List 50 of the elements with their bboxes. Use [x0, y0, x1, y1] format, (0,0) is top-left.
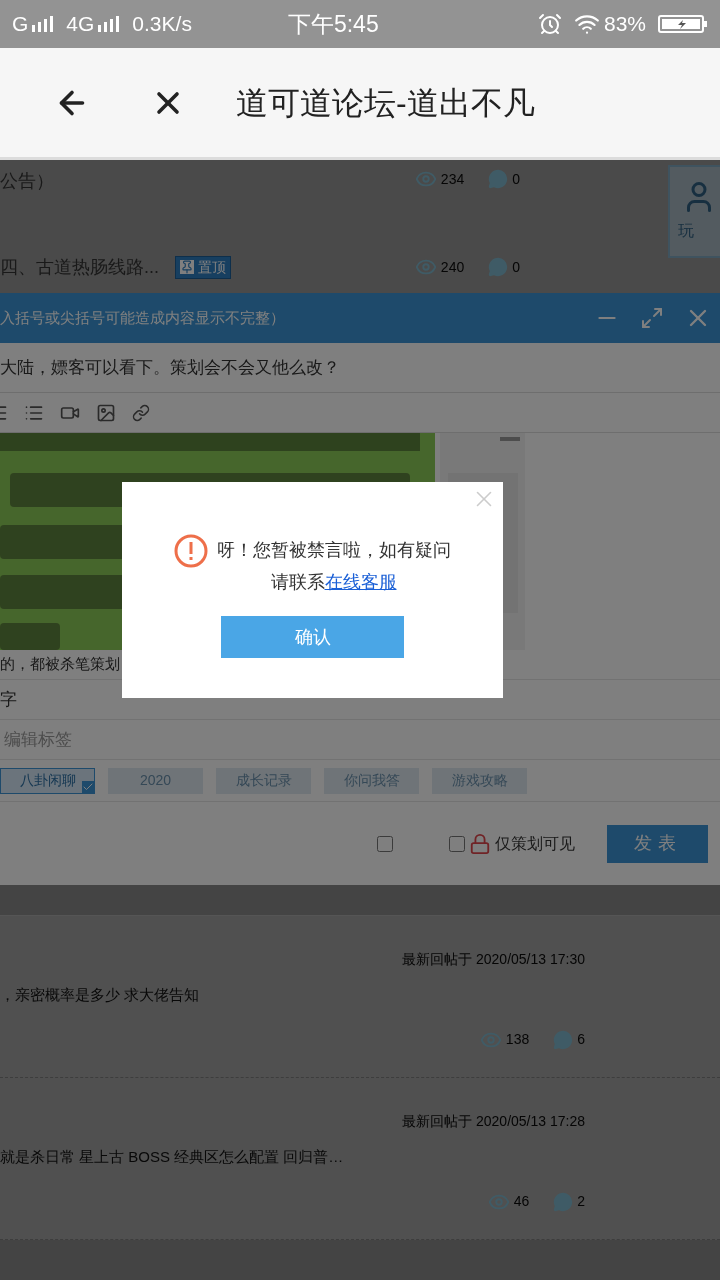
user-card[interactable]: 玩 [668, 165, 720, 258]
confirm-button[interactable]: 确认 [221, 616, 404, 658]
checkbox-label: 仅策划可见 [495, 833, 575, 854]
comment-icon [488, 169, 509, 189]
thread-title: 就是杀日常 星上古 BOSS 经典区怎么配置 回归普… [0, 1147, 345, 1167]
comment-count: 0 [512, 169, 520, 189]
last-reply-time: 最新回帖于 2020/05/13 17:28 [402, 1112, 585, 1131]
battery-percent: 83% [603, 11, 646, 38]
alarm-icon [537, 12, 562, 36]
dialog-message: 呀！您暂被禁言啦，如有疑问请联系在线客服 [215, 539, 452, 594]
view-count: 46 [513, 1192, 530, 1211]
comment-icon [488, 257, 509, 277]
thread-row[interactable]: 最新回帖于 2020/05/13 17:28 就是杀日常 星上古 BOSS 经典区怎么配置 回归普… 46 2 [0, 1078, 720, 1240]
checkbox[interactable] [449, 835, 465, 852]
comment-count: 0 [512, 257, 520, 277]
battery-icon [658, 14, 708, 34]
tag-chip[interactable]: 你问我答 [324, 767, 419, 794]
view-count: 240 [440, 257, 465, 277]
last-reply-time: 最新回帖于 2020/05/13 17:30 [402, 950, 585, 969]
thread-row[interactable]: 最新回帖于 2020/05/13 17:30 ，亲密概率是多少 求大佬告知 138 6 [0, 916, 720, 1078]
view-count: 138 [505, 1030, 530, 1049]
tag-chip[interactable]: 游戏攻略 [432, 767, 527, 794]
image-icon[interactable] [96, 402, 116, 423]
user-card-label: 玩 [678, 221, 694, 241]
editor-text: 字 [0, 688, 17, 711]
tag-chip[interactable]: 成长记录 [216, 767, 311, 794]
link-icon[interactable] [132, 403, 150, 422]
clock: 下午5:45 [287, 9, 379, 39]
publish-button[interactable]: 发表 [607, 824, 708, 863]
expand-icon[interactable] [640, 306, 664, 330]
editor-notice: 入括号或尖括号可能造成内容显示不完整） [0, 307, 285, 328]
page-title: 道可道论坛-道出不凡 [236, 83, 535, 123]
tag-chip[interactable]: 八卦闲聊 [0, 767, 95, 794]
subject-field[interactable]: 大陆，嫖客可以看下。策划会不会又他么改？ [0, 354, 340, 381]
support-link[interactable]: 在线客服 [324, 572, 397, 592]
tag-chip[interactable]: 2020 [108, 767, 203, 794]
comment-count: 2 [577, 1192, 585, 1211]
signal-icon [32, 16, 55, 32]
view-count: 234 [440, 169, 465, 189]
network-label: 4G [66, 11, 95, 38]
warning-icon [173, 534, 208, 568]
signal-icon [98, 16, 121, 32]
network-label: G [12, 11, 29, 38]
post-body-text: 的，都被杀笔策划 [0, 654, 120, 675]
check-icon [82, 780, 94, 793]
thread-title: ，亲密概率是多少 求大佬告知 [0, 985, 201, 1005]
network-speed: 0.3K/s [132, 11, 192, 38]
checkbox[interactable] [377, 835, 393, 852]
pinned-badge: 置顶 [175, 255, 231, 279]
comment-count: 6 [577, 1030, 585, 1049]
